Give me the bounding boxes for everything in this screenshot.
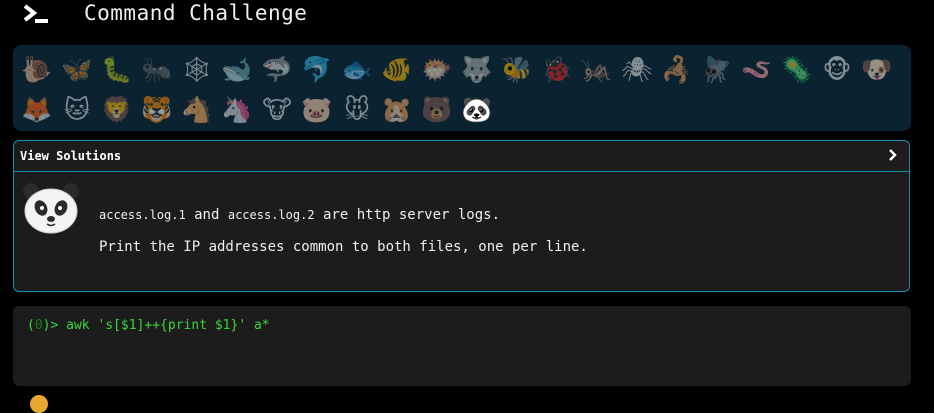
lion-icon[interactable]: 🦁 <box>97 89 137 129</box>
next-item-icon <box>30 395 48 413</box>
spider-icon[interactable]: 🕷 <box>617 49 657 89</box>
terminal-input[interactable]: (0)> awk 's[$1]++{print $1}' a* <box>13 306 911 386</box>
fly-icon[interactable]: 🪰 <box>697 49 737 89</box>
butterfly-icon[interactable]: 🦋 <box>57 49 97 89</box>
monkey-icon[interactable]: 🐵 <box>817 49 857 89</box>
chevron-right-icon[interactable] <box>887 148 899 162</box>
panda-icon[interactable]: 🐼 <box>457 89 497 129</box>
unicorn-icon[interactable]: 🦄 <box>217 89 257 129</box>
hamster-icon[interactable]: 🐹 <box>377 89 417 129</box>
and-text: and <box>185 207 228 223</box>
ladybug-icon[interactable]: 🐞 <box>537 49 577 89</box>
header: Command Challenge <box>0 0 934 34</box>
dog-icon[interactable]: 🐶 <box>857 49 897 89</box>
description-rest: are http server logs. <box>314 207 500 223</box>
panda-icon <box>23 183 79 234</box>
shark-icon[interactable]: 🦈 <box>257 49 297 89</box>
dolphin-icon[interactable]: 🐬 <box>297 49 337 89</box>
snail-icon[interactable]: 🐌 <box>17 49 57 89</box>
tropical-fish-icon[interactable]: 🐠 <box>377 49 417 89</box>
fish-icon[interactable]: 🐟 <box>337 49 377 89</box>
cat-icon[interactable]: 🐱 <box>57 89 97 129</box>
challenge-description: access.log.1 and access.log.2 are http s… <box>99 207 500 223</box>
microbe-icon[interactable]: 🦠 <box>777 49 817 89</box>
blowfish-icon[interactable]: 🐡 <box>417 49 457 89</box>
caterpillar-icon[interactable]: 🐛 <box>97 49 137 89</box>
horse-icon[interactable]: 🐴 <box>177 89 217 129</box>
scorpion-icon[interactable]: 🦂 <box>657 49 697 89</box>
command-line[interactable]: (0)> awk 's[$1]++{print $1}' a* <box>27 318 270 333</box>
prompt-count: 0 <box>34 318 43 333</box>
tiger-icon[interactable]: 🐯 <box>137 89 177 129</box>
challenge-panel: View Solutions access.log.1 and access.l… <box>13 140 910 292</box>
challenge-selector: 🐌 🦋 🐛 🐜 🕸 🐋 🦈 🐬 🐟 🐠 🐡 🐺 🐝 🐞 🦗 🕷 🦂 🪰 🪱 🦠 🐵 🐶 🦊 🐱 🦁 🐯 🐴 🦄 🐮 🐷 🐭 🐹 🐻 🐼 <box>13 45 911 131</box>
fox-icon[interactable]: 🦊 <box>17 89 57 129</box>
wolf-icon[interactable]: 🐺 <box>457 49 497 89</box>
ant-icon[interactable]: 🐜 <box>137 49 177 89</box>
cricket-icon[interactable]: 🦗 <box>577 49 617 89</box>
view-solutions-label: View Solutions <box>20 149 122 163</box>
challenge-row-2: 🦊 🐱 🦁 🐯 🐴 🦄 🐮 🐷 🐭 🐹 🐻 🐼 <box>17 89 497 129</box>
challenge-instruction: Print the IP addresses common to both fi… <box>99 239 588 255</box>
prompt-open: ( <box>27 318 35 333</box>
spider-web-icon[interactable]: 🕸 <box>177 49 217 89</box>
page-title: Command Challenge <box>84 1 308 25</box>
view-solutions-toggle[interactable]: View Solutions <box>14 141 909 172</box>
whale-icon[interactable]: 🐋 <box>217 49 257 89</box>
filename-1: access.log.1 <box>99 208 186 222</box>
bear-icon[interactable]: 🐻 <box>417 89 457 129</box>
bee-icon[interactable]: 🐝 <box>497 49 537 89</box>
terminal-prompt-icon[interactable] <box>22 3 50 25</box>
cow-icon[interactable]: 🐮 <box>257 89 297 129</box>
pig-icon[interactable]: 🐷 <box>297 89 337 129</box>
prompt-close: )> <box>42 318 67 333</box>
challenge-row-1: 🐌 🦋 🐛 🐜 🕸 🐋 🦈 🐬 🐟 🐠 🐡 🐺 🐝 🐞 🦗 🕷 🦂 🪰 🪱 🦠 🐵 🐶 <box>17 49 897 89</box>
mouse-icon[interactable]: 🐭 <box>337 89 377 129</box>
filename-2: access.log.2 <box>227 208 315 222</box>
worm-icon[interactable]: 🪱 <box>737 49 777 89</box>
command-text[interactable]: awk 's[$1]++{print $1}' a* <box>66 318 270 333</box>
